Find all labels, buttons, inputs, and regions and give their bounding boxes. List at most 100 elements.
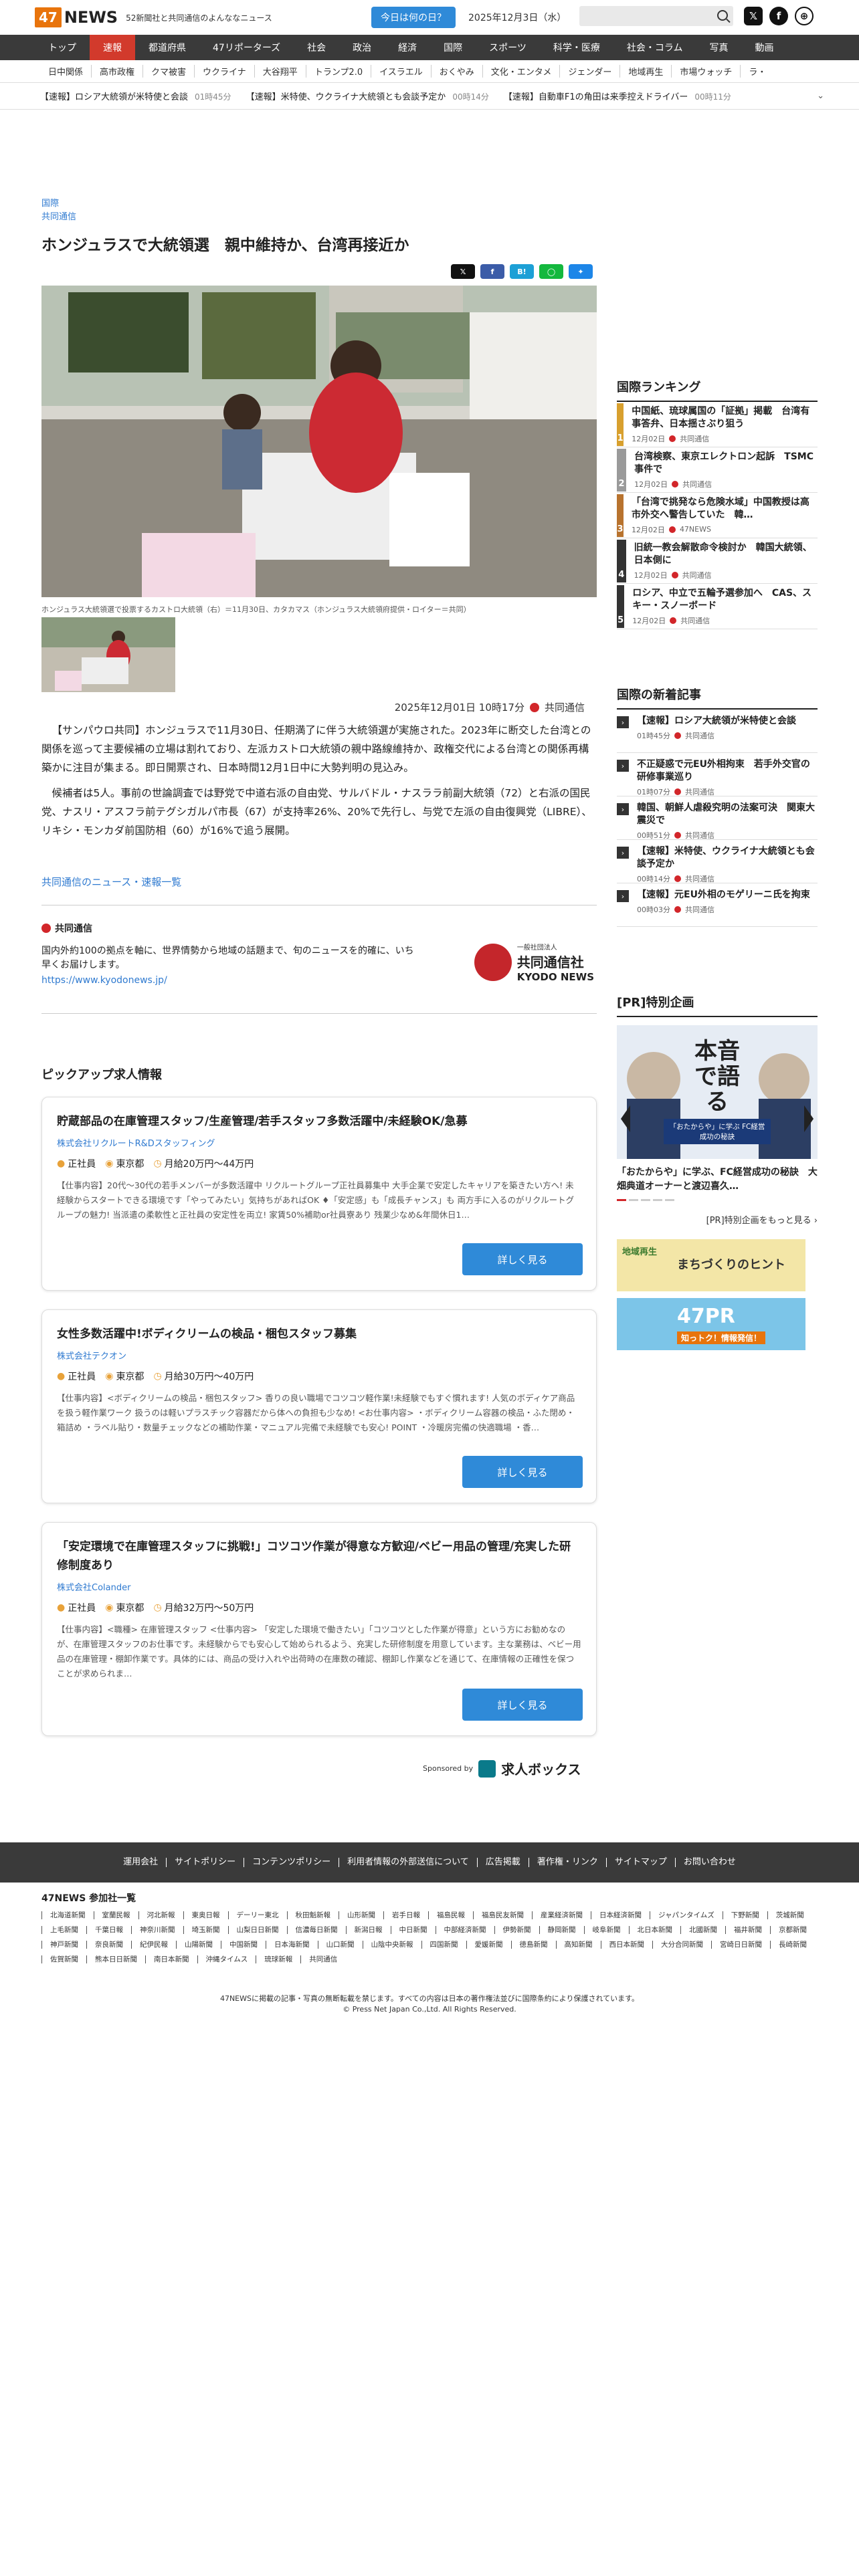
new-article-item[interactable]: › 【速報】米特使、ウクライナ大統領とも会談予定か 00時14分 共同通信 (617, 840, 818, 883)
member-newspaper-link[interactable]: 神戸新聞 (41, 1941, 86, 1949)
job-company[interactable]: 株式会社Colander (57, 1580, 581, 1593)
ranking-headline[interactable]: 台湾検察、東京エレクトロン起訴 TSMC事件で (634, 451, 818, 476)
share-facebook-icon[interactable]: f (480, 264, 504, 279)
sub-nav-item[interactable]: おくやみ (432, 65, 483, 78)
member-newspaper-link[interactable]: 北國新聞 (680, 1926, 725, 1934)
sub-nav-item[interactable]: 大谷翔平 (255, 65, 306, 78)
ticker-item[interactable]: 【速報】米特使、ウクライナ大統領とも会談予定か 00時14分 (246, 90, 489, 102)
member-newspaper-link[interactable]: 下野新聞 (722, 1911, 767, 1919)
x-icon[interactable]: 𝕏 (744, 7, 763, 25)
job-card[interactable]: 女性多数活躍中!ボディクリームの検品・梱包スタッフ募集 株式会社テクオン ● 正社員 ◉… (41, 1309, 597, 1503)
job-details-button[interactable]: 詳しく見る (462, 1689, 583, 1721)
share-line-icon[interactable]: ◯ (539, 264, 563, 279)
main-nav-item[interactable]: 科学・医療 (540, 35, 613, 60)
new-article-item[interactable]: › 【速報】ロシア大統領が米特使と会談 01時45分 共同通信 (617, 710, 818, 753)
member-newspaper-link[interactable]: 西日本新聞 (600, 1941, 653, 1949)
ranking-item[interactable]: 2 台湾検察、東京エレクトロン起訴 TSMC事件で 12月02日 共同通信 (617, 447, 818, 493)
ranking-item[interactable]: 4 旧統一教会解散命令検討か 韓国大統領、日本側に 12月02日 共同通信 (617, 538, 818, 584)
main-nav-item[interactable]: 政治 (339, 35, 385, 60)
new-article-item[interactable]: › 【速報】元EU外相のモゲリーニ氏を拘束 00時03分 共同通信 (617, 883, 818, 927)
kyodo-logo[interactable]: 一般社団法人 共同通信社 KYODO NEWS (474, 942, 594, 983)
member-newspaper-link[interactable]: 岐阜新聞 (583, 1926, 629, 1934)
regional-ad-banner[interactable]: 地域再生 まちづくりのヒント (617, 1239, 805, 1291)
main-nav-item[interactable]: トップ (35, 35, 90, 60)
member-newspaper-link[interactable]: 北日本新聞 (628, 1926, 681, 1934)
footer-link[interactable]: お問い合わせ (676, 1858, 744, 1867)
main-nav-item[interactable]: 国際 (430, 35, 476, 60)
member-newspaper-link[interactable]: 秋田魁新報 (286, 1911, 339, 1919)
article-source[interactable]: 共同通信 (545, 700, 585, 714)
sub-nav-item[interactable]: ウクライナ (195, 65, 255, 78)
footer-link[interactable]: 広告掲載 (478, 1858, 529, 1867)
member-newspaper-link[interactable]: 中国新聞 (221, 1941, 266, 1949)
member-newspaper-link[interactable]: 新潟日報 (345, 1926, 391, 1934)
member-newspaper-link[interactable]: 日本海新聞 (266, 1941, 318, 1949)
sub-nav-item[interactable]: 高市政権 (92, 65, 144, 78)
member-newspaper-link[interactable]: 中日新聞 (390, 1926, 436, 1934)
member-newspaper-link[interactable]: デーリー東北 (227, 1911, 287, 1919)
sub-nav-item[interactable]: 日中関係 (40, 65, 92, 78)
main-nav-item[interactable]: 社会・コラム (613, 35, 696, 60)
footer-link[interactable]: 著作権・リンク (529, 1858, 607, 1867)
share-x-icon[interactable]: 𝕏 (451, 264, 475, 279)
article-photo[interactable] (41, 286, 597, 597)
search-input[interactable] (579, 6, 733, 26)
member-newspaper-link[interactable]: 徳島新聞 (510, 1941, 556, 1949)
new-article-headline[interactable]: 不正疑惑で元EU外相拘束 若手外交官の研修事業巡り (637, 758, 818, 784)
main-nav-item[interactable]: 47リポーターズ (199, 35, 294, 60)
member-newspaper-link[interactable]: 河北新報 (138, 1911, 183, 1919)
chevron-down-icon[interactable]: ⌄ (817, 91, 824, 101)
member-newspaper-link[interactable]: 千葉日報 (86, 1926, 131, 1934)
member-newspaper-link[interactable]: 茨城新聞 (767, 1911, 812, 1919)
sub-nav-item[interactable]: トランプ2.0 (306, 65, 372, 78)
pr-more-link[interactable]: [PR]特別企画をもっと見る › (617, 1213, 818, 1226)
member-newspaper-link[interactable]: 日本経済新聞 (591, 1911, 650, 1919)
job-card[interactable]: 貯蔵部品の在庫管理スタッフ/生産管理/若手スタッフ多数活躍中/未経験OK/急募株… (41, 1097, 597, 1291)
kyodo-news-list-link[interactable]: 共同通信のニュース・速報一覧 (41, 875, 181, 889)
member-newspaper-link[interactable]: 岩手日報 (383, 1911, 428, 1919)
sub-nav-item[interactable]: クマ被害 (143, 65, 195, 78)
main-nav-item[interactable]: 都道府県 (135, 35, 199, 60)
member-newspaper-link[interactable]: 紀伊民報 (131, 1941, 176, 1949)
new-article-item[interactable]: › 韓国、朝鮮人虐殺究明の法案可決 関東大震災で 00時51分 共同通信 (617, 796, 818, 840)
member-newspaper-link[interactable]: 京都新聞 (770, 1926, 815, 1934)
ranking-headline[interactable]: 旧統一教会解散命令検討か 韓国大統領、日本側に (634, 542, 818, 567)
member-newspaper-link[interactable]: 沖縄タイムス (197, 1955, 256, 1963)
main-nav-item[interactable]: 写真 (696, 35, 741, 60)
sub-nav-item[interactable]: 地域再生 (620, 65, 672, 78)
article-category[interactable]: 国際 (41, 197, 597, 211)
new-article-headline[interactable]: 【速報】元EU外相のモゲリーニ氏を拘束 (637, 889, 810, 901)
member-newspaper-link[interactable]: 高知新聞 (555, 1941, 601, 1949)
member-newspaper-link[interactable]: 奈良新聞 (86, 1941, 131, 1949)
sub-nav-item[interactable]: ジェンダー (560, 65, 621, 78)
footer-link[interactable]: 運用会社 (115, 1858, 167, 1867)
member-newspaper-link[interactable]: 宮崎日日新聞 (711, 1941, 770, 1949)
photo-thumbnail[interactable] (41, 617, 175, 692)
footer-link[interactable]: サイトポリシー (167, 1858, 245, 1867)
footer-link[interactable]: 利用者情報の外部送信について (339, 1858, 478, 1867)
job-title[interactable]: 「安定環境で在庫管理スタッフに挑戦!」コツコツ作業が得意な方歓迎/ベビー用品の管… (57, 1537, 581, 1575)
job-company[interactable]: 株式会社リクルートR&Dスタッフィング (57, 1136, 581, 1149)
member-newspaper-link[interactable]: 山陰中央新報 (362, 1941, 421, 1949)
member-newspaper-link[interactable]: 産業経済新聞 (532, 1911, 591, 1919)
member-newspaper-link[interactable]: 信濃毎日新聞 (286, 1926, 346, 1934)
47pr-ad-banner[interactable]: 47PR 知っトク！情報発信！ (617, 1298, 805, 1350)
member-newspaper-link[interactable]: 上毛新聞 (41, 1926, 86, 1934)
member-newspaper-link[interactable]: ジャパンタイムズ (650, 1911, 723, 1919)
member-newspaper-link[interactable]: 四国新聞 (421, 1941, 466, 1949)
member-newspaper-link[interactable]: 愛媛新聞 (466, 1941, 511, 1949)
member-newspaper-link[interactable]: 山陽新聞 (176, 1941, 221, 1949)
job-company[interactable]: 株式会社テクオン (57, 1349, 581, 1362)
member-newspaper-link[interactable]: 北海道新聞 (41, 1911, 94, 1919)
member-newspaper-link[interactable]: 静岡新聞 (539, 1926, 584, 1934)
member-newspaper-link[interactable]: 東奥日報 (183, 1911, 228, 1919)
article-source-category[interactable]: 共同通信 (41, 211, 597, 224)
ranking-item[interactable]: 3 「台湾で挑発なら危険水域」中国教授は高市外交へ警告していた 韓… 12月02日 4… (617, 493, 818, 538)
main-nav-item[interactable]: 速報 (90, 35, 135, 60)
member-newspaper-link[interactable]: 大分合同新聞 (652, 1941, 711, 1949)
job-details-button[interactable]: 詳しく見る (462, 1456, 583, 1488)
site-logo[interactable]: 47 NEWS (35, 7, 118, 27)
ticker-item[interactable]: 【速報】ロシア大統領が米特使と会談 01時45分 (40, 90, 231, 102)
sub-nav-item[interactable]: 市場ウォッチ (672, 65, 741, 78)
new-article-item[interactable]: › 不正疑惑で元EU外相拘束 若手外交官の研修事業巡り 01時07分 共同通信 (617, 753, 818, 796)
